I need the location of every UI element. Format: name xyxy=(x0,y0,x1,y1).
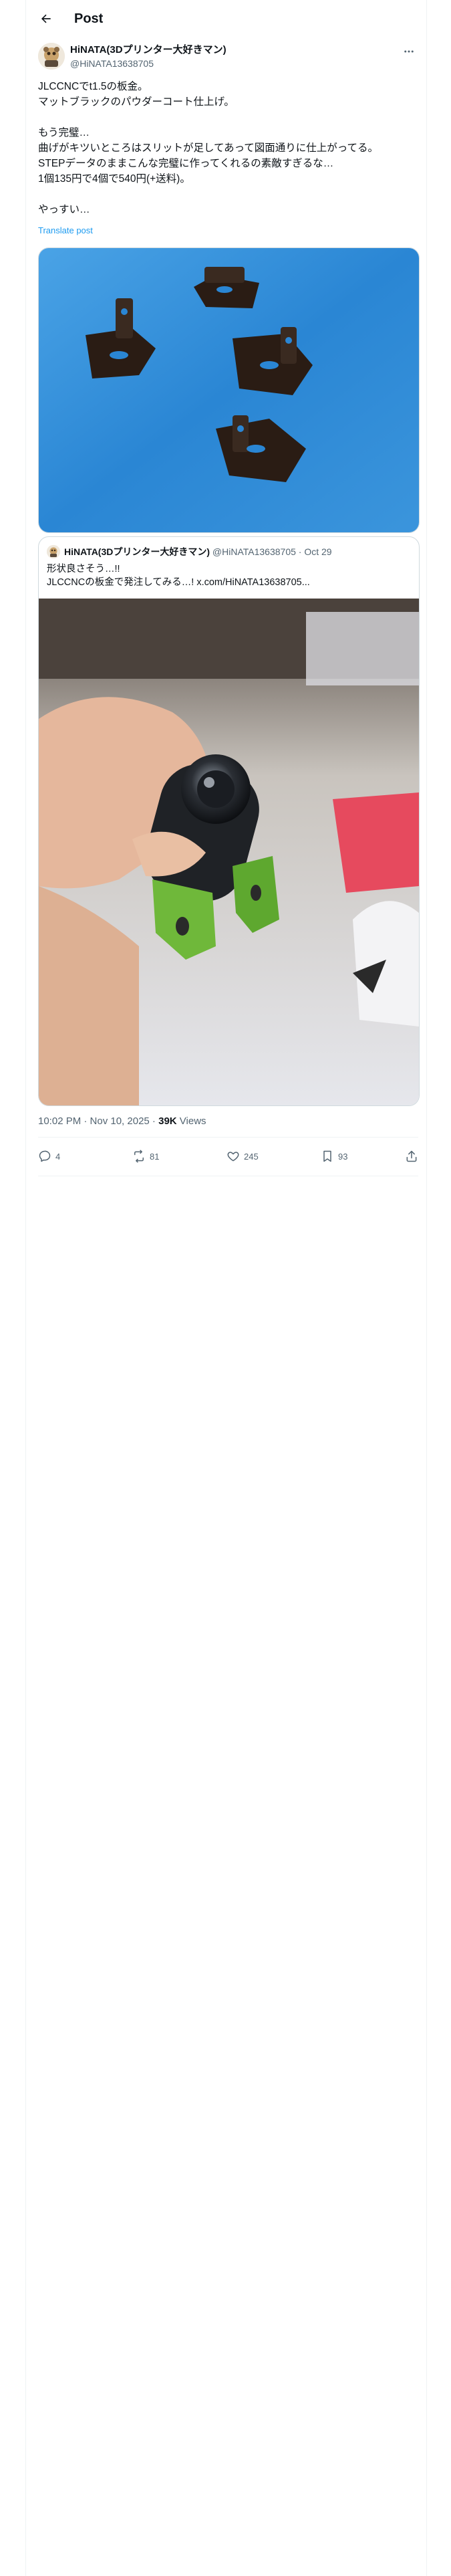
quoted-post[interactable]: HiNATA(3Dプリンター大好きマン) @HiNATA13638705 · O… xyxy=(38,536,420,1106)
like-icon xyxy=(227,1152,239,1162)
post-text-line xyxy=(38,187,419,202)
repost-button[interactable]: 81 xyxy=(132,1140,159,1172)
quoted-text-line: 形状良さそう…!! xyxy=(47,564,120,574)
views-count: 39K xyxy=(158,1115,177,1127)
more-icon xyxy=(404,50,414,53)
back-button[interactable] xyxy=(35,8,57,29)
author-name[interactable]: HiNATA(3Dプリンター大好きマン) xyxy=(70,44,227,56)
views-label: Views xyxy=(176,1115,206,1127)
quoted-header: HiNATA(3Dプリンター大好きマン) @HiNATA13638705 · O… xyxy=(64,546,332,558)
post-datetime[interactable]: 10:02 PM · Nov 10, 2025 · xyxy=(38,1115,158,1127)
post-photo[interactable] xyxy=(38,247,420,533)
post-text-line: STEPデータのままこんな完璧に作ってくれるの素敵すぎるな… xyxy=(38,158,334,169)
repost-icon xyxy=(134,1150,144,1163)
post-text-line: もう完璧… xyxy=(38,127,90,138)
quoted-text: 形状良さそう…!! JLCCNCの板金で発注してみる…! x.com/HiNAT… xyxy=(47,562,411,589)
reply-count: 4 xyxy=(55,1151,61,1162)
repost-count: 81 xyxy=(150,1151,160,1162)
share-icon xyxy=(406,1150,417,1162)
reply-icon xyxy=(39,1150,51,1162)
post-text: JLCCNCでt1.5の板金。 マットブラックのパウダーコート仕上げ。 もう完璧… xyxy=(38,79,419,217)
author-avatar[interactable] xyxy=(38,43,65,70)
post-timestamp: 10:02 PM · Nov 10, 2025 · 39K Views xyxy=(38,1115,206,1128)
quoted-photo[interactable] xyxy=(39,599,419,1105)
top-bar: Post xyxy=(26,0,426,37)
quoted-author-avatar xyxy=(47,545,60,558)
author-handle[interactable]: @HiNATA13638705 xyxy=(70,58,154,70)
more-button[interactable] xyxy=(399,41,419,62)
post-text-line: やっすい… xyxy=(38,204,90,215)
divider xyxy=(38,1137,418,1138)
page-title: Post xyxy=(74,11,104,26)
quoted-author-name: HiNATA(3Dプリンター大好きマン) xyxy=(64,546,210,557)
reply-button[interactable]: 4 xyxy=(38,1140,60,1172)
action-bar: 4 81 245 93 xyxy=(38,1140,418,1172)
post-text-line: JLCCNCでt1.5の板金。 xyxy=(38,81,148,92)
post-column: Post HiNATA(3Dプリンター大好きマン) @HiNATA1363870… xyxy=(25,0,427,2576)
back-arrow-icon xyxy=(41,14,51,23)
bookmark-count: 93 xyxy=(338,1151,348,1162)
like-button[interactable]: 245 xyxy=(227,1140,259,1172)
bookmark-icon xyxy=(323,1150,331,1162)
bookmark-button[interactable]: 93 xyxy=(321,1140,347,1172)
quoted-author-meta: @HiNATA13638705 · Oct 29 xyxy=(210,546,332,557)
share-button[interactable] xyxy=(405,1140,418,1172)
post-text-line: 1個135円で4個で540円(+送料)。 xyxy=(38,173,190,185)
post-text-line: マットブラックのパウダーコート仕上げ。 xyxy=(38,96,235,108)
quoted-text-line: JLCCNCの板金で発注してみる…! x.com/HiNATA13638705.… xyxy=(47,577,310,588)
post-text-line: 曲げがキツいところはスリットが足してあって図面通りに仕上がってる。 xyxy=(38,142,379,154)
translate-link[interactable]: Translate post xyxy=(38,225,93,237)
like-count: 245 xyxy=(244,1151,259,1162)
post-text-line xyxy=(38,110,419,125)
